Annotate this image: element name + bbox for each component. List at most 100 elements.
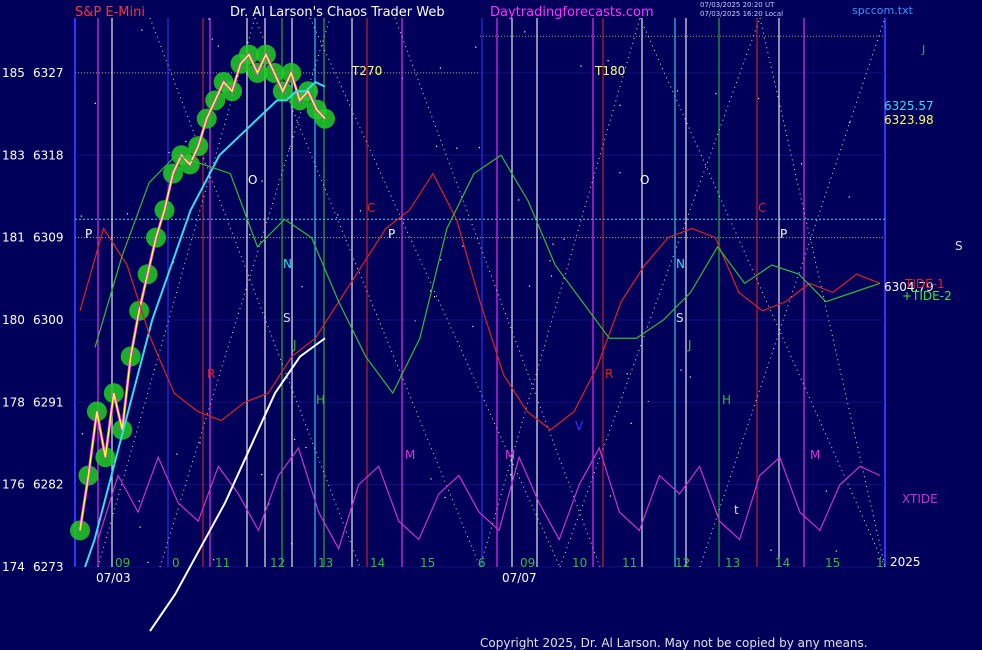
x-hour-label: 13 xyxy=(318,556,333,570)
star-dot xyxy=(185,140,187,143)
star-dot xyxy=(94,102,96,104)
y-tick-label-left: 185 xyxy=(2,66,25,80)
star-dot xyxy=(680,369,682,371)
annotation-m: M xyxy=(405,448,415,462)
x-hour-label: 09 xyxy=(520,556,535,570)
annotation-t270: T270 xyxy=(351,64,382,78)
star-dot xyxy=(301,286,303,288)
y-tick-label-right: 6282 xyxy=(33,478,64,492)
xtide-label: XTIDE xyxy=(902,492,938,506)
symbol-title: S&P E-Mini xyxy=(75,5,145,20)
y-tick-label-left: 176 xyxy=(2,478,25,492)
y-tick-label-left: 183 xyxy=(2,148,25,162)
star-dot xyxy=(626,373,628,375)
star-dot xyxy=(430,478,432,480)
x-hour-label: 15 xyxy=(420,556,435,570)
star-dot xyxy=(715,93,717,95)
x-hour-label: 6 xyxy=(478,556,486,570)
annotation-m: M xyxy=(505,448,515,462)
annotation-r: R xyxy=(207,367,215,381)
annotation-p: P xyxy=(388,227,395,241)
annotation-v: V xyxy=(575,419,584,433)
star-dot xyxy=(676,90,679,92)
star-dot xyxy=(462,245,464,247)
star-dot xyxy=(217,45,219,47)
star-dot xyxy=(249,234,251,236)
x-hour-label: 14 xyxy=(370,556,385,570)
timestamp-ut: 07/03/2025 20:20 UT xyxy=(700,1,775,9)
star-dot xyxy=(619,104,621,106)
tide2-label: +TIDE-2 xyxy=(902,289,952,303)
annotation-s: S xyxy=(283,311,291,325)
star-dot xyxy=(444,496,446,499)
price-readout-ma: 6325.57 xyxy=(884,99,934,113)
star-dot xyxy=(440,259,442,261)
star-dot xyxy=(261,180,263,182)
x-hour-label: 14 xyxy=(775,556,790,570)
star-dot xyxy=(510,474,512,476)
x-hour-label: 13 xyxy=(725,556,740,570)
star-dot xyxy=(138,500,140,502)
star-dot xyxy=(689,376,691,378)
x-date-label: 07/07 xyxy=(502,571,537,585)
y-tick-label-left: 174 xyxy=(2,560,25,574)
star-dot xyxy=(199,442,201,444)
annotation-h: H xyxy=(722,393,731,407)
star-dot xyxy=(580,65,582,67)
star-dot xyxy=(434,296,436,298)
star-dot xyxy=(607,60,609,62)
star-dot xyxy=(211,38,213,40)
x-hour-label: 10 xyxy=(572,556,587,570)
x-hour-label: 11 xyxy=(622,556,637,570)
x-hour-label: 1 xyxy=(876,556,884,570)
site-title: Dr. Al Larson's Chaos Trader Web xyxy=(230,5,445,20)
annotation-p: P xyxy=(780,227,787,241)
annotation-c: C xyxy=(367,201,375,215)
x-hour-label: 15 xyxy=(825,556,840,570)
star-dot xyxy=(293,438,296,441)
star-dot xyxy=(261,473,263,476)
x-year-label: 2025 xyxy=(890,555,921,569)
x-hour-label: 0 xyxy=(172,556,180,570)
y-tick-label-right: 6318 xyxy=(33,148,64,162)
annotation-c: C xyxy=(758,201,766,215)
star-dot xyxy=(552,243,554,245)
site-link[interactable]: Daytradingforecasts.com xyxy=(490,5,654,20)
price-readout-last: 6323.98 xyxy=(884,113,934,127)
y-tick-label-right: 6327 xyxy=(33,66,64,80)
y-tick-label-left: 178 xyxy=(2,395,25,409)
star-dot xyxy=(619,172,621,174)
annotation-t: t xyxy=(734,503,739,517)
star-dot xyxy=(456,147,458,149)
star-dot xyxy=(800,163,803,165)
x-hour-label: 12 xyxy=(270,556,285,570)
x-date-label: 07/03 xyxy=(96,571,131,585)
star-dot xyxy=(563,238,565,240)
star-dot xyxy=(825,490,827,492)
star-dot xyxy=(630,422,632,424)
star-dot xyxy=(758,97,760,100)
annotation-n: N xyxy=(676,257,685,271)
star-dot xyxy=(147,561,149,564)
star-dot xyxy=(288,147,291,150)
star-dot xyxy=(168,151,170,154)
j-label: J xyxy=(921,43,925,56)
y-tick-label-left: 180 xyxy=(2,313,25,327)
y-tick-label-left: 181 xyxy=(2,231,25,245)
star-dot xyxy=(80,215,82,217)
star-dot xyxy=(337,214,339,216)
star-dot xyxy=(439,67,441,69)
annotation-t180: T180 xyxy=(594,64,625,78)
star-dot xyxy=(849,121,851,124)
chart-svg: 174 6273 176 6282 178 6291 180 6300 181 6309 183 63… xyxy=(0,0,982,650)
data-file: spccom.txt xyxy=(852,4,913,17)
annotation-r: R xyxy=(605,367,613,381)
star-dot xyxy=(176,453,178,455)
star-dot xyxy=(139,526,141,528)
star-dot xyxy=(435,145,438,147)
annotation-j: J xyxy=(292,338,297,352)
star-dot xyxy=(359,210,362,212)
y-tick-label-right: 6300 xyxy=(33,313,64,327)
annotation-o: O xyxy=(640,173,649,187)
star-dot xyxy=(475,46,477,48)
